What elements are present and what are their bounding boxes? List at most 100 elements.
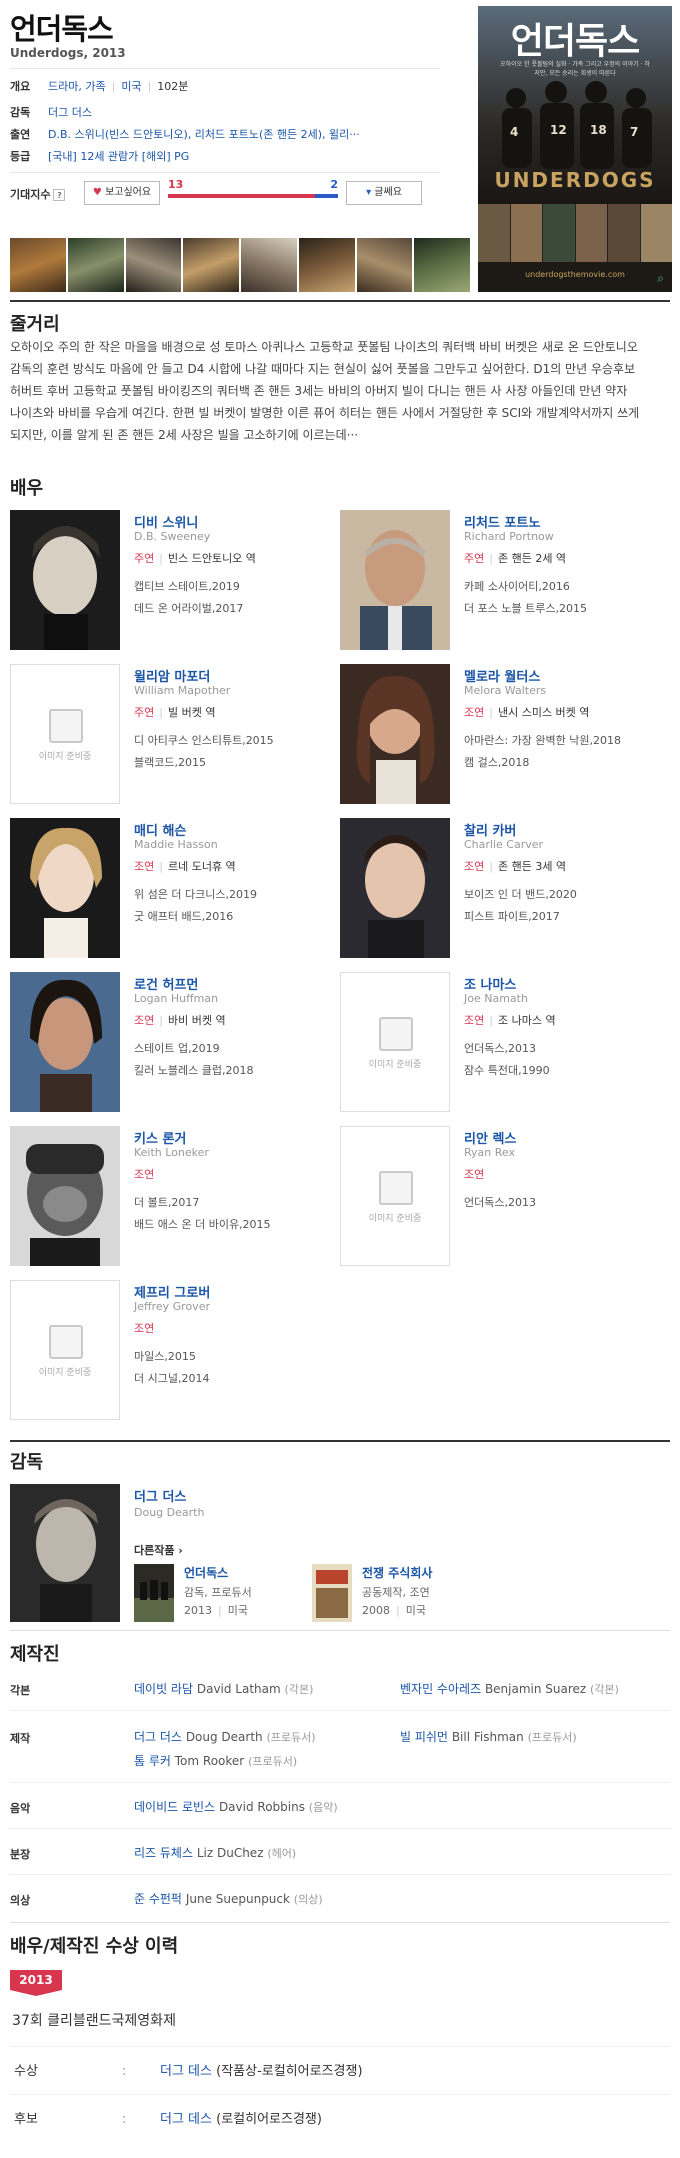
no-image-placeholder[interactable]: 이미지 준비중: [10, 664, 120, 804]
crew-member[interactable]: 빌 피쉬먼 Bill Fishman (프로듀서): [400, 1728, 577, 1745]
cast-card[interactable]: 이미지 준비중 조 나마스 Joe Namath 조연 | 조 나마스 역 언더독스,201…: [340, 972, 670, 1112]
runtime: 102분: [157, 80, 189, 93]
still-image[interactable]: [241, 238, 297, 292]
no-image-placeholder[interactable]: 이미지 준비중: [340, 972, 450, 1112]
cast-name[interactable]: 윌리암 마포더: [134, 666, 210, 685]
zoom-icon[interactable]: ⌕: [657, 271, 664, 286]
crew-member[interactable]: 데이비드 로빈스 David Robbins (음악): [134, 1798, 338, 1815]
not-sure-button[interactable]: ▾ 글쎄요: [346, 181, 422, 205]
cast-english-name: D.B. Sweeney: [134, 530, 211, 543]
cast-role: 조연 | 조 나마스 역: [464, 1014, 556, 1027]
still-image[interactable]: [414, 238, 470, 292]
cast-name[interactable]: 리처드 포트노: [464, 512, 540, 531]
cast-card[interactable]: 이미지 준비중 리안 렉스 Ryan Rex 조연 언더독스,2013: [340, 1126, 670, 1266]
cast-name[interactable]: 키스 론거: [134, 1128, 186, 1147]
cast-photo[interactable]: [10, 972, 120, 1112]
cast-card[interactable]: 로건 허프먼 Logan Huffman 조연 | 바비 버켓 역 스테이트 업,2019…: [10, 972, 340, 1112]
cast-photo[interactable]: [340, 664, 450, 804]
cast-work[interactable]: 스테이트 업,2019: [134, 1040, 220, 1056]
poster-url: underdogsthemovie.com: [525, 270, 625, 279]
still-image[interactable]: [298, 238, 355, 292]
country-link[interactable]: 미국: [121, 80, 141, 93]
director-photo[interactable]: [10, 1484, 120, 1622]
thumbs-up-icon: ♥: [92, 187, 102, 198]
cast-photo[interactable]: [10, 510, 120, 650]
cast-work[interactable]: 킬러 노블레스 클럽,2018: [134, 1062, 253, 1078]
no-image-placeholder[interactable]: 이미지 준비중: [340, 1126, 450, 1266]
crew-label: 의상: [10, 1894, 31, 1907]
cast-name[interactable]: 멜로라 월터스: [464, 666, 540, 685]
cast-work[interactable]: 피스트 파이트,2017: [464, 908, 560, 924]
cast-card[interactable]: 멜로라 월터스 Melora Walters 조연 | 낸시 스미스 버켓 역 아마란스:…: [340, 664, 670, 804]
want-to-see-button[interactable]: ♥ 보고싶어요: [84, 181, 160, 205]
expectation-index: 기대지수? ♥ 보고싶어요 13 2 ▾ 글쎄요: [10, 178, 450, 208]
cast-work[interactable]: 배드 애스 온 더 바이유,2015: [134, 1216, 271, 1232]
cast-name[interactable]: 디비 스위니: [134, 512, 198, 531]
dislike-count: 2: [330, 178, 338, 191]
cast-name[interactable]: 매디 해슨: [134, 820, 186, 839]
cast-work[interactable]: 굿 애프터 배드,2016: [134, 908, 233, 924]
cast-name[interactable]: 제프리 그로버: [134, 1282, 210, 1301]
still-image[interactable]: [10, 238, 66, 292]
cast-name[interactable]: 찰리 카버: [464, 820, 516, 839]
cast-work[interactable]: 아마란스: 가장 완벽한 낙원,2018: [464, 732, 621, 748]
cast-photo[interactable]: [10, 1126, 120, 1266]
cast-links[interactable]: D.B. 스위니(빈스 드안토니오), 리처드 포트노(존 핸든 2세), 윌리…: [48, 124, 360, 146]
cast-work[interactable]: 캡티브 스테이트,2019: [134, 578, 240, 594]
cast-work[interactable]: 언더독스,2013: [464, 1040, 536, 1056]
cast-card[interactable]: 이미지 준비중 제프리 그로버 Jeffrey Grover 조연 마일스,2015 더 …: [10, 1280, 340, 1420]
cast-card[interactable]: 이미지 준비중 윌리암 마포더 William Mapother 주연 | 빌 버켓 역디…: [10, 664, 340, 804]
cast-work[interactable]: 언더독스,2013: [464, 1194, 536, 1210]
cast-name[interactable]: 로건 허프먼: [134, 974, 198, 993]
genre-link[interactable]: 드라마, 가족: [48, 80, 106, 93]
rating-text[interactable]: [국내] 12세 관람가 [해외] PG: [48, 146, 189, 168]
still-image[interactable]: [183, 238, 239, 292]
movie-poster[interactable]: 4 12 18 7 언더독스 오하이오 한 풋볼팀의 실화 · 가족 그리고 우정의 …: [478, 6, 672, 292]
crew-member[interactable]: 더그 더스 Doug Dearth (프로듀서): [134, 1728, 316, 1745]
work-role: 공동제작, 조연: [362, 1586, 430, 1599]
director-work[interactable]: 전쟁 주식회사 공동제작, 조연 2008 | 미국: [312, 1564, 482, 1624]
section-divider: [10, 1440, 670, 1442]
cast-work[interactable]: 디 아티쿠스 인스티튜트,2015: [134, 732, 274, 748]
no-image-placeholder[interactable]: 이미지 준비중: [10, 1280, 120, 1420]
cast-work[interactable]: 더 포스 노블 트루스,2015: [464, 600, 587, 616]
cast-card[interactable]: 찰리 카버 Charlie Carver 조연 | 존 핸든 3세 역 보이즈 인 더 밴…: [340, 818, 670, 958]
other-works-label[interactable]: 다른작품 ›: [134, 1542, 183, 1558]
cast-work[interactable]: 잠수 특전대,1990: [464, 1062, 550, 1078]
crew-member[interactable]: 벤자민 수아레즈 Benjamin Suarez (각본): [400, 1680, 619, 1697]
cast-card[interactable]: 매디 해슨 Maddie Hasson 조연 | 르네 도너휴 역위 섬은 더 다크니스…: [10, 818, 340, 958]
cast-photo[interactable]: [340, 510, 450, 650]
cast-work[interactable]: 마일스,2015: [134, 1348, 196, 1364]
cast-work[interactable]: 블랙코드,2015: [134, 754, 206, 770]
cast-card[interactable]: 리처드 포트노 Richard Portnow 주연 | 존 핸든 2세 역 카페 소사이…: [340, 510, 670, 650]
director-link[interactable]: 더그 더스: [48, 106, 92, 119]
no-image-text: 이미지 준비중: [38, 1368, 92, 1378]
cast-work[interactable]: 보이즈 인 더 밴드,2020: [464, 886, 577, 902]
cast-work[interactable]: 카페 소사이어티,2016: [464, 578, 570, 594]
cast-card[interactable]: 키스 론거 Keith Loneker 조연 더 볼트,2017 배드 애스 온 더 바…: [10, 1126, 340, 1266]
cast-work[interactable]: 캠 걸스,2018: [464, 754, 529, 770]
poster-strip: [478, 204, 672, 262]
still-image[interactable]: [356, 238, 413, 292]
award-person-link[interactable]: 더그 데스: [160, 2112, 212, 2127]
crew-member[interactable]: 준 수펀퍽 June Suepunpuck (의상): [134, 1890, 323, 1907]
still-image[interactable]: [67, 238, 124, 292]
director-name[interactable]: 더그 더스: [134, 1486, 186, 1505]
cast-photo[interactable]: [10, 818, 120, 958]
help-icon[interactable]: ?: [53, 189, 66, 201]
director-work[interactable]: 언더독스 감독, 프로듀서 2013 | 미국: [134, 1564, 304, 1624]
cast-english-name: Charlie Carver: [464, 838, 544, 851]
cast-photo[interactable]: [340, 818, 450, 958]
cast-name[interactable]: 리안 렉스: [464, 1128, 516, 1147]
cast-work[interactable]: 데드 온 어라이벌,2017: [134, 600, 243, 616]
crew-member[interactable]: 리즈 듀체스 Liz DuChez (헤어): [134, 1844, 296, 1861]
crew-member[interactable]: 톰 루커 Tom Rooker (프로듀서): [134, 1752, 297, 1769]
still-image[interactable]: [125, 238, 182, 292]
cast-work[interactable]: 더 볼트,2017: [134, 1194, 199, 1210]
award-person-link[interactable]: 더그 데스: [160, 2064, 212, 2079]
cast-work[interactable]: 위 섬은 더 다크니스,2019: [134, 886, 257, 902]
crew-member[interactable]: 데이빗 라담 David Latham (각본): [134, 1680, 313, 1697]
cast-card[interactable]: 디비 스위니 D.B. Sweeney 주연 | 빈스 드안토니오 역 캡티브 스테이트,…: [10, 510, 340, 650]
cast-name[interactable]: 조 나마스: [464, 974, 516, 993]
cast-work[interactable]: 더 시그널,2014: [134, 1370, 209, 1386]
